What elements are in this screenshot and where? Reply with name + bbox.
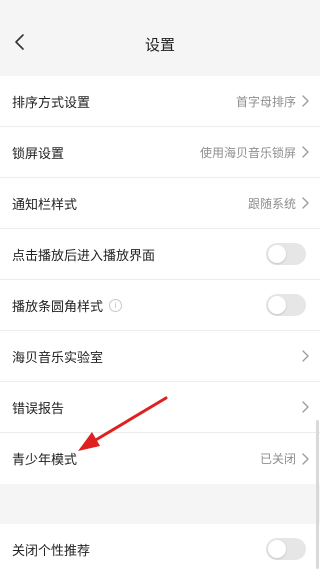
row-label-text: 播放条圆角样式 (12, 299, 104, 315)
row-value: 已关闭 (259, 452, 296, 466)
chevron-right-icon (302, 350, 309, 362)
row-label: 锁屏设置 (12, 146, 65, 162)
personalized-rec-toggle[interactable] (266, 538, 306, 560)
row-error-report[interactable]: 错误报告 (0, 382, 320, 433)
info-icon[interactable]: i (109, 298, 123, 312)
row-label: 海贝音乐实验室 (12, 350, 104, 366)
row-label: 青少年模式 (12, 453, 78, 468)
playbar-rounded-toggle[interactable] (266, 294, 306, 316)
scrollbar[interactable] (316, 420, 319, 569)
header: 设置 (0, 0, 320, 72)
row-sort-order[interactable]: 排序方式设置 首字母排序 (0, 76, 320, 127)
toggle-knob (268, 245, 286, 263)
row-label: 播放条圆角样式 i (12, 296, 123, 315)
enter-playback-toggle[interactable] (266, 243, 306, 265)
row-enter-playback: 点击播放后进入播放界面 (0, 229, 320, 280)
chevron-right-icon (302, 146, 309, 158)
section-gap (0, 484, 320, 524)
row-label: 通知栏样式 (12, 197, 78, 213)
row-lock-screen[interactable]: 锁屏设置 使用海贝音乐锁屏 (0, 127, 320, 178)
chevron-right-icon (302, 452, 309, 465)
row-label: 错误报告 (12, 401, 65, 417)
settings-screen: 设置 排序方式设置 首字母排序 锁屏设置 使用海贝音乐锁屏 通知栏样式 跟随系统… (0, 0, 320, 569)
row-label: 关闭个性推荐 (12, 543, 91, 559)
chevron-right-icon (302, 401, 309, 413)
row-teen-mode[interactable]: 青少年模式 已关闭 (0, 433, 320, 484)
toggle-knob (268, 296, 286, 314)
row-value: 使用海贝音乐锁屏 (199, 145, 296, 160)
settings-list: 排序方式设置 首字母排序 锁屏设置 使用海贝音乐锁屏 通知栏样式 跟随系统 点击… (0, 76, 320, 569)
row-notification-style[interactable]: 通知栏样式 跟随系统 (0, 178, 320, 229)
row-label: 排序方式设置 (12, 95, 91, 111)
row-playbar-rounded: 播放条圆角样式 i (0, 280, 320, 331)
row-lab[interactable]: 海贝音乐实验室 (0, 331, 320, 382)
row-personalized-rec: 关闭个性推荐 (0, 524, 320, 569)
chevron-right-icon (302, 95, 309, 107)
toggle-knob (268, 540, 286, 558)
row-value: 首字母排序 (235, 94, 296, 109)
chevron-right-icon (302, 197, 309, 209)
row-value: 跟随系统 (247, 196, 296, 211)
page-title: 设置 (144, 36, 175, 54)
row-label: 点击播放后进入播放界面 (12, 248, 156, 264)
